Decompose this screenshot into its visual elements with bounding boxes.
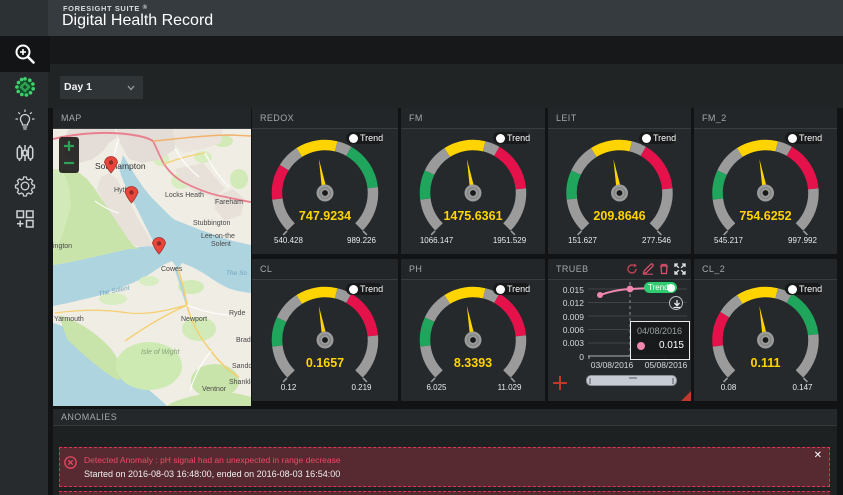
svg-text:ington: ington [53, 243, 72, 250]
svg-text:Locks Heath: Locks Heath [165, 192, 204, 199]
svg-text:Cowes: Cowes [161, 266, 183, 273]
svg-text:Newport: Newport [181, 316, 207, 323]
svg-text:Yarmouth: Yarmouth [54, 316, 84, 323]
svg-text:Stubbington: Stubbington [193, 220, 230, 227]
svg-text:Lee-on-the: Lee-on-the [201, 233, 235, 240]
svg-text:Southampton: Southampton [95, 161, 146, 171]
svg-text:Bradi: Bradi [236, 337, 251, 344]
svg-text:Solent: Solent [211, 241, 231, 248]
svg-text:Isle of Wight: Isle of Wight [141, 349, 181, 356]
svg-text:Ryde: Ryde [229, 310, 245, 317]
svg-text:Ventnor: Ventnor [202, 386, 227, 393]
svg-text:Shanklin: Shanklin [229, 379, 251, 386]
svg-text:Sando: Sando [232, 363, 251, 370]
svg-text:The So: The So [226, 270, 247, 277]
svg-text:Fareham: Fareham [215, 199, 243, 206]
